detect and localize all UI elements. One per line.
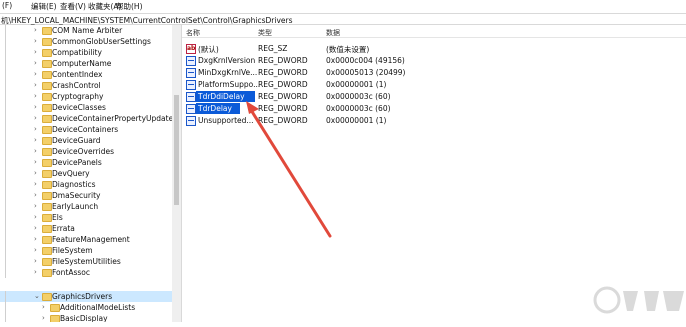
watermark-logo: [589, 276, 686, 322]
arrow-shaft: [249, 108, 332, 238]
arrow-head: [246, 101, 259, 114]
annotation-arrow: [246, 101, 332, 238]
